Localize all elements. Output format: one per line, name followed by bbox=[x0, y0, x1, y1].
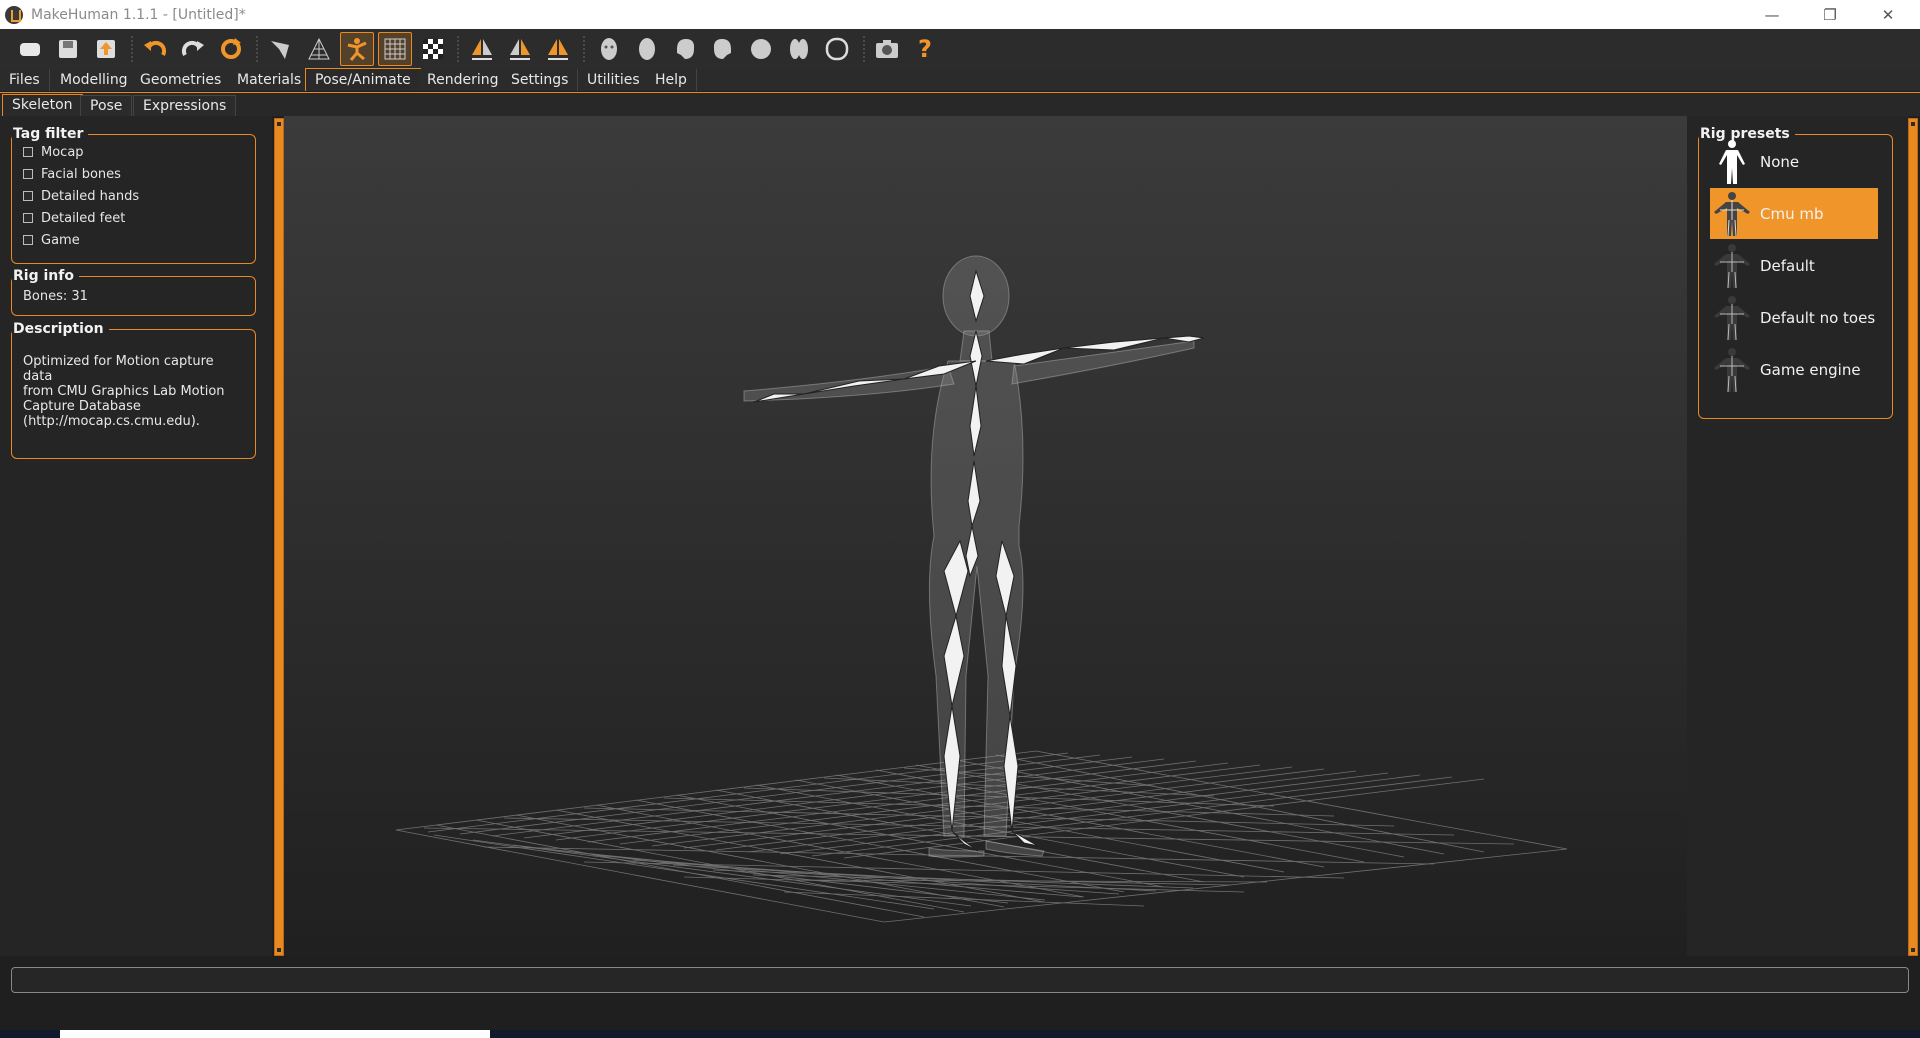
window-title: MakeHuman 1.1.1 - [Untitled]* bbox=[31, 6, 246, 23]
title-bar: MakeHuman 1.1.1 - [Untitled]* — ❐ ✕ bbox=[0, 0, 1920, 29]
rig-preset-cmu-mb[interactable]: Cmu mb bbox=[1710, 188, 1878, 239]
main-tab-bar: Files Modelling Geometries Materials Pos… bbox=[0, 68, 1920, 91]
left-panel-scrollbar[interactable] bbox=[274, 118, 284, 956]
right-view-icon[interactable] bbox=[706, 32, 740, 66]
description-line: from CMU Graphics Lab Motion bbox=[23, 384, 225, 399]
tab-rendering[interactable]: Rendering bbox=[418, 69, 509, 91]
checkbox-box[interactable] bbox=[23, 235, 33, 245]
description-line: Capture Database bbox=[23, 399, 141, 414]
right-panel: Rig presets None Cmu mb Default Default … bbox=[1687, 116, 1908, 956]
tab-files[interactable]: Files bbox=[0, 69, 50, 91]
preset-label: Default bbox=[1760, 256, 1815, 275]
left-view-icon[interactable] bbox=[668, 32, 702, 66]
undo-icon[interactable] bbox=[138, 32, 172, 66]
back-view-icon[interactable] bbox=[630, 32, 664, 66]
bottom-view-icon[interactable] bbox=[782, 32, 816, 66]
left-panel: Tag filter Mocap Facial bones Detailed h… bbox=[0, 116, 272, 956]
symmetry-left-icon[interactable] bbox=[503, 32, 537, 66]
top-view-icon[interactable] bbox=[744, 32, 778, 66]
tab-modelling[interactable]: Modelling bbox=[51, 69, 138, 91]
tab-expressions[interactable]: Expressions bbox=[133, 95, 237, 117]
checkbox-facial-bones[interactable]: Facial bones bbox=[12, 163, 255, 185]
preset-label: Default no toes bbox=[1760, 308, 1876, 327]
checkbox-box[interactable] bbox=[23, 147, 33, 157]
description-text: Optimized for Motion capture data from C… bbox=[12, 330, 255, 429]
checkbox-detailed-feet[interactable]: Detailed feet bbox=[12, 207, 255, 229]
tab-pose-animate[interactable]: Pose/Animate bbox=[305, 68, 421, 91]
new-icon[interactable] bbox=[13, 32, 47, 66]
checkbox-label: Detailed feet bbox=[41, 210, 126, 226]
checkbox-box[interactable] bbox=[23, 191, 33, 201]
reset-icon[interactable] bbox=[214, 32, 248, 66]
tab-skeleton[interactable]: Skeleton bbox=[2, 94, 83, 117]
checkbox-mocap[interactable]: Mocap bbox=[12, 141, 255, 163]
rig-preset-game-engine[interactable]: Game engine bbox=[1710, 344, 1878, 395]
symmetry-both-icon[interactable] bbox=[541, 32, 575, 66]
preset-label: None bbox=[1760, 152, 1800, 171]
tab-utilities[interactable]: Utilities bbox=[578, 69, 650, 91]
checkbox-game[interactable]: Game bbox=[12, 229, 255, 251]
checkbox-box[interactable] bbox=[23, 169, 33, 179]
reset-camera-icon[interactable] bbox=[820, 32, 854, 66]
right-panel-scrollbar[interactable] bbox=[1908, 118, 1918, 956]
rig-info-title: Rig info bbox=[12, 268, 79, 284]
maximize-button[interactable]: ❐ bbox=[1801, 0, 1859, 29]
description-line: Optimized for Motion capture data bbox=[23, 354, 214, 384]
tab-geometries[interactable]: Geometries bbox=[131, 69, 232, 91]
checkbox-detailed-hands[interactable]: Detailed hands bbox=[12, 185, 255, 207]
description-line: (http://mocap.cs.cmu.edu). bbox=[23, 414, 200, 429]
save-icon[interactable] bbox=[51, 32, 85, 66]
symmetry-right-icon[interactable] bbox=[465, 32, 499, 66]
rig-info-group: Rig info Bones: 31 bbox=[11, 268, 256, 316]
checker-icon[interactable] bbox=[416, 32, 450, 66]
status-bar bbox=[11, 967, 1909, 993]
description-group: Description Optimized for Motion capture… bbox=[11, 321, 256, 459]
description-title: Description bbox=[12, 321, 109, 337]
white-figure-icon bbox=[1710, 136, 1754, 187]
tab-pose[interactable]: Pose bbox=[80, 95, 133, 117]
checkbox-label: Game bbox=[41, 232, 80, 248]
wireframe-icon[interactable] bbox=[302, 32, 336, 66]
tab-materials[interactable]: Materials bbox=[228, 69, 312, 91]
help-icon[interactable]: ? bbox=[908, 32, 942, 66]
os-taskbar bbox=[0, 1030, 1920, 1038]
scene-render bbox=[395, 255, 1568, 923]
tag-filter-title: Tag filter bbox=[12, 126, 89, 142]
redo-icon[interactable] bbox=[176, 32, 210, 66]
export-icon[interactable] bbox=[89, 32, 123, 66]
checkbox-label: Facial bones bbox=[41, 166, 121, 182]
pose-icon[interactable] bbox=[340, 32, 374, 66]
taskbar-item[interactable] bbox=[60, 1030, 490, 1038]
rig-preset-default-no-toes[interactable]: Default no toes bbox=[1710, 292, 1878, 343]
preset-label: Game engine bbox=[1760, 360, 1861, 379]
front-view-icon[interactable] bbox=[592, 32, 626, 66]
tag-filter-group: Tag filter Mocap Facial bones Detailed h… bbox=[11, 126, 256, 264]
skeleton-figure-icon bbox=[1710, 292, 1754, 343]
sub-tab-bar: Skeleton Pose Expressions bbox=[0, 92, 1920, 117]
toolbar: ? bbox=[0, 29, 1920, 69]
3d-viewport[interactable] bbox=[284, 116, 1687, 956]
grid-icon[interactable] bbox=[378, 32, 412, 66]
rig-preset-none[interactable]: None bbox=[1710, 136, 1878, 187]
checkbox-label: Mocap bbox=[41, 144, 84, 160]
close-button[interactable]: ✕ bbox=[1859, 0, 1917, 29]
tab-settings[interactable]: Settings bbox=[502, 69, 579, 91]
smooth-icon[interactable] bbox=[264, 32, 298, 66]
checkbox-box[interactable] bbox=[23, 213, 33, 223]
tab-help[interactable]: Help bbox=[646, 69, 697, 91]
makehuman-logo-icon bbox=[5, 5, 23, 24]
skeleton-figure-icon bbox=[1710, 188, 1754, 239]
checkbox-label: Detailed hands bbox=[41, 188, 140, 204]
preset-label: Cmu mb bbox=[1760, 204, 1824, 223]
minimize-button[interactable]: — bbox=[1743, 0, 1801, 29]
skeleton-figure-icon bbox=[1710, 344, 1754, 395]
floor-grid bbox=[395, 750, 1568, 923]
screenshot-icon[interactable] bbox=[870, 32, 904, 66]
skeleton-figure-icon bbox=[1710, 240, 1754, 291]
rig-preset-default[interactable]: Default bbox=[1710, 240, 1878, 291]
